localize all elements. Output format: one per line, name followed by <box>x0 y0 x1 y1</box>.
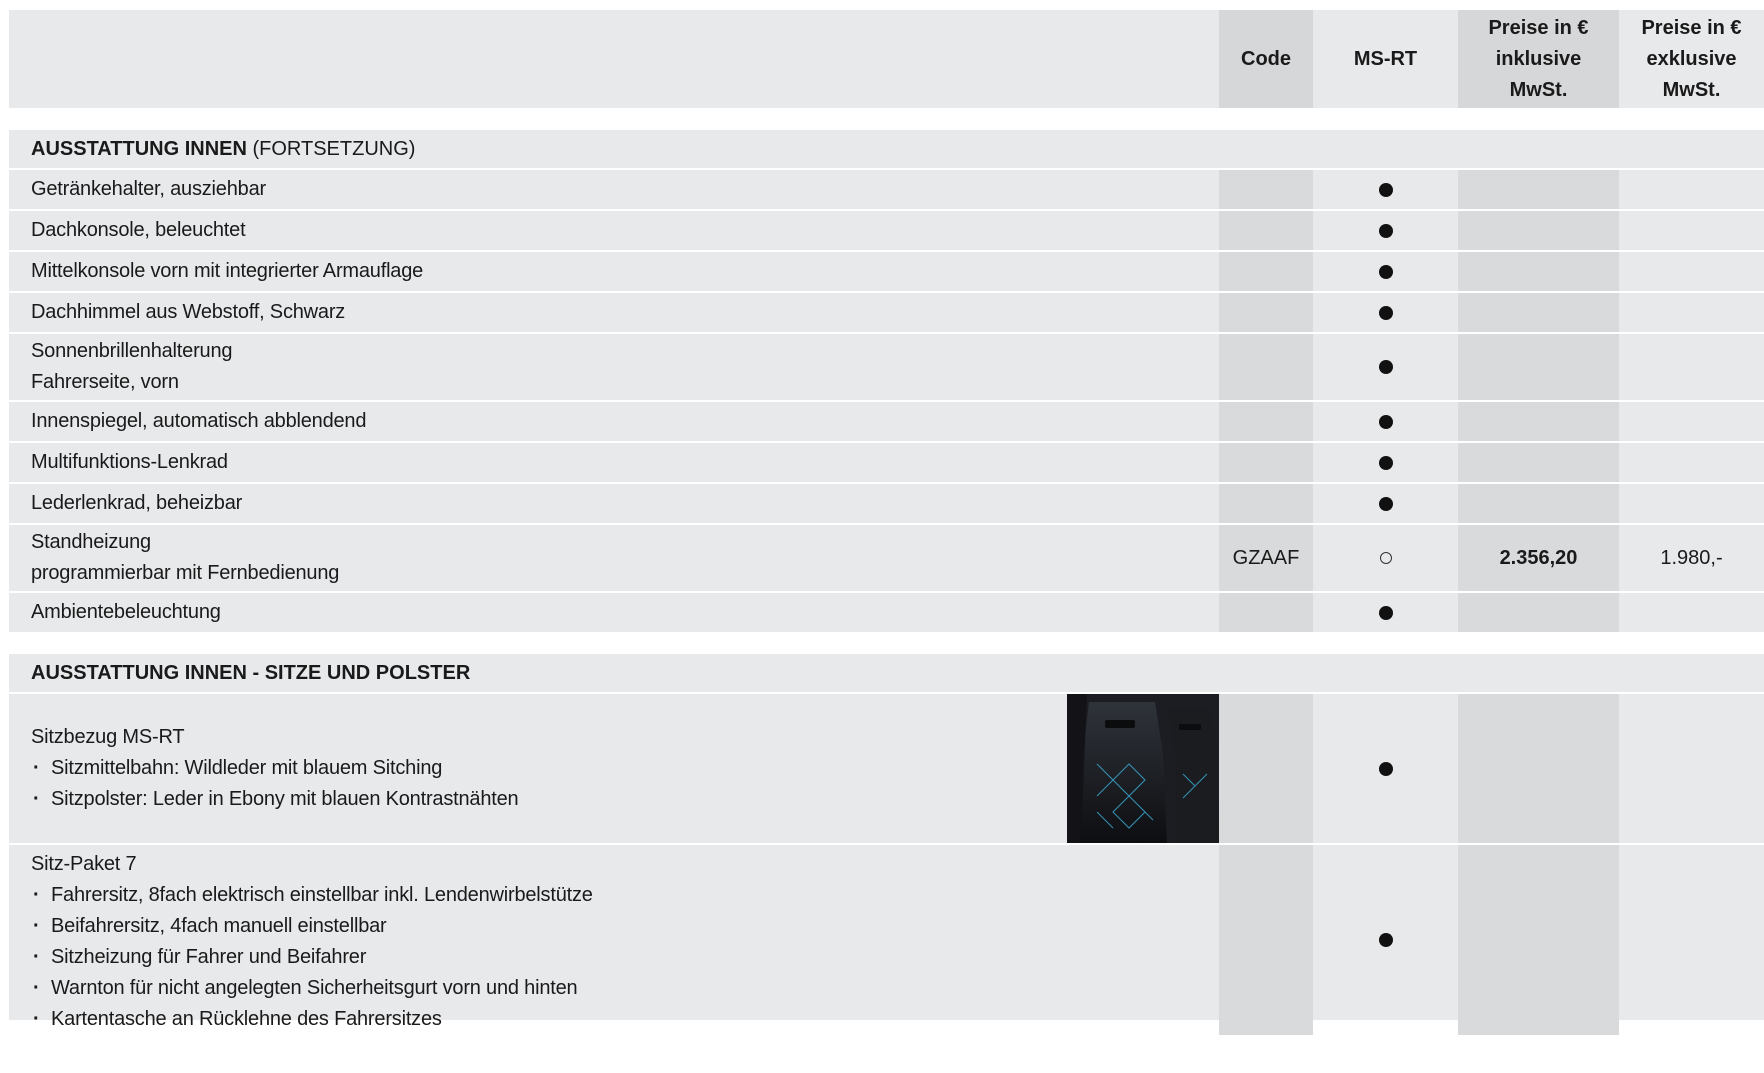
bullet-list: Fahrersitz, 8fach elektrisch einstellbar… <box>31 880 593 1035</box>
optional-ring-icon <box>1379 552 1392 564</box>
standard-dot-icon <box>1378 761 1393 776</box>
table-row: Sonnenbrillenhalterung Fahrerseite, vorn <box>9 334 1764 400</box>
table-row: Innenspiegel, automatisch abblendend <box>9 402 1764 441</box>
standard-dot-icon <box>1378 305 1393 320</box>
standard-dot-icon <box>1378 496 1393 511</box>
seat-illustration <box>1067 694 1219 843</box>
header-description <box>9 10 1219 108</box>
table-row: Dachkonsole, beleuchtet <box>9 211 1764 250</box>
standard-dot-icon <box>1378 223 1393 238</box>
table-row: Multifunktions-Lenkrad <box>9 443 1764 482</box>
standard-dot-icon <box>1378 605 1393 620</box>
table-header: Code MS-RT Preise in € inklusive MwSt. P… <box>9 10 1764 108</box>
table-row: Lederlenkrad, beheizbar <box>9 484 1764 523</box>
header-price-excl: Preise in € exklusive MwSt. <box>1641 16 1742 101</box>
price-list-sheet: Code MS-RT Preise in € inklusive MwSt. P… <box>9 10 1764 1035</box>
table-row: Dachhimmel aus Webstoff, Schwarz <box>9 293 1764 332</box>
standard-dot-icon <box>1378 360 1393 374</box>
section-title-interior: AUSSTATTUNG INNEN (FORTSETZUNG) <box>9 130 1764 168</box>
standard-dot-icon <box>1378 182 1393 197</box>
section-title-seats: AUSSTATTUNG INNEN - SITZE UND POLSTER <box>9 654 1764 692</box>
standard-dot-icon <box>1378 414 1393 429</box>
table-row: Ambientebeleuchtung <box>9 593 1764 632</box>
standard-dot-icon <box>1378 264 1393 279</box>
price-incl: 2.356,20 <box>1458 525 1619 591</box>
header-price-incl: Preise in € inklusive MwSt. <box>1458 10 1619 108</box>
table-row: Sitz-Paket 7 Fahrersitz, 8fach elektrisc… <box>9 845 1764 1035</box>
seat-photo <box>1067 694 1219 843</box>
standard-dot-icon <box>1378 455 1393 470</box>
bullet-list: Sitzmittelbahn: Wildleder mit blauem Sit… <box>31 753 519 815</box>
table-row: Getränkehalter, ausziehbar <box>9 170 1764 209</box>
table-row: Standheizung programmierbar mit Fernbedi… <box>9 525 1764 591</box>
header-ms-rt: MS-RT <box>1353 47 1418 70</box>
table-row: Mittelkonsole vorn mit integrierter Arma… <box>9 252 1764 291</box>
header-code: Code <box>1219 10 1313 108</box>
table-row: Sitzbezug MS-RT Sitzmittelbahn: Wildlede… <box>9 694 1764 843</box>
standard-dot-icon <box>1378 933 1393 947</box>
price-excl: 1.980,- <box>1660 546 1723 569</box>
option-code: GZAAF <box>1219 525 1313 591</box>
